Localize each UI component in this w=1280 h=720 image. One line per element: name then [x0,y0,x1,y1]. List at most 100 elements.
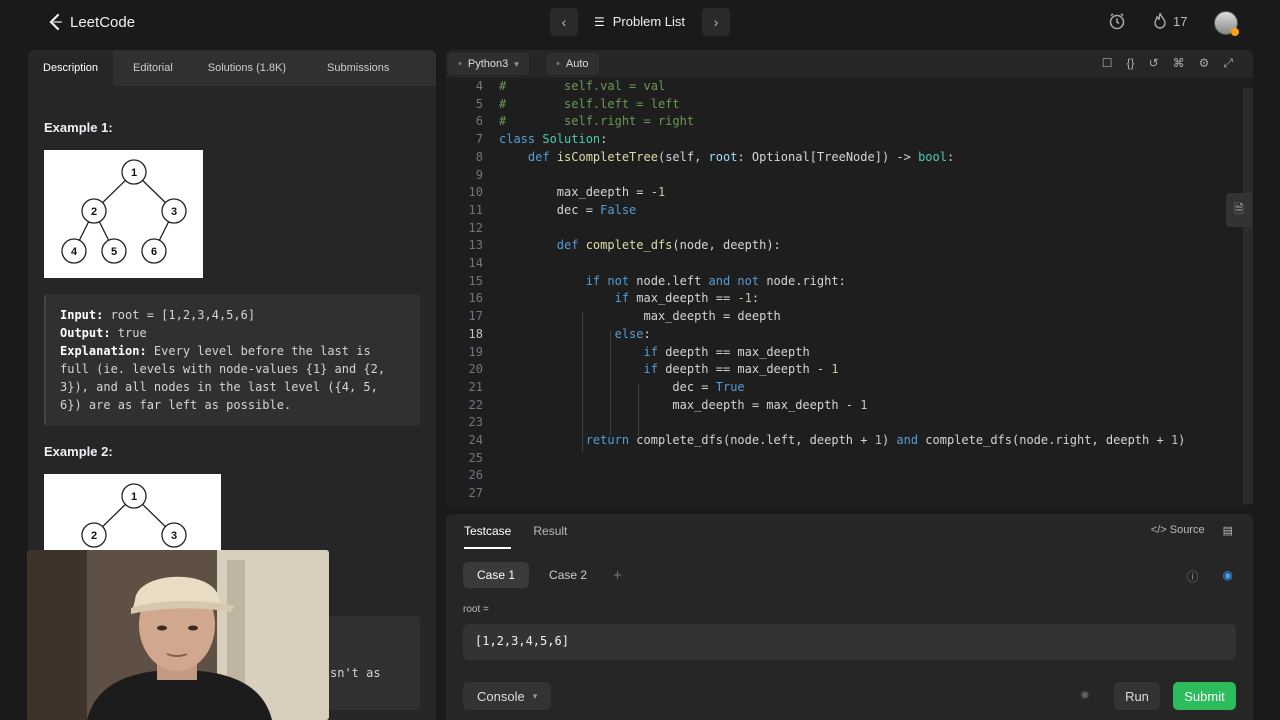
indent-guide [610,330,611,436]
code-line[interactable]: # self.left = left [499,96,680,114]
line-number: 7 [475,132,483,147]
root-input[interactable]: [1,2,3,4,5,6] [463,624,1236,660]
document-icon: 🗎 [1234,201,1244,216]
code-line[interactable]: if deepth == max_deepth [499,344,810,362]
line-number: 13 [468,238,483,253]
chevron-right-icon: › [713,14,719,30]
left-tab-bar: Description Editorial Solutions (1.8K) S… [28,50,436,86]
line-number: 6 [475,114,483,129]
case-1-tab[interactable]: Case 1 [463,562,530,588]
next-problem-button[interactable]: › [702,8,730,36]
streak-count: 17 [1173,13,1188,29]
code-line[interactable]: max_deepth = max_deepth - 1 [499,397,867,415]
code-line[interactable]: def complete_dfs(node, deepth): [499,237,781,255]
output-value: true [110,326,147,340]
tree-node-label: 3 [171,206,177,218]
tree-node-label: 1 [131,167,137,179]
reset-icon[interactable]: ↺ [1149,56,1159,71]
chevron-left-icon: ‹ [561,14,567,30]
line-number: 10 [468,185,483,200]
line-number: 4 [475,79,483,93]
tree-node-label: 4 [71,246,78,258]
line-number: 24 [468,433,483,447]
leetcode-logo[interactable]: LeetCode [46,12,135,32]
auto-mode-toggle[interactable]: • Auto [546,53,599,75]
code-line[interactable]: dec = True [499,379,744,397]
source-toggle[interactable]: </> Source ▤ [1151,524,1233,537]
example-2-partial-text: sn't as [330,666,381,680]
root-param-label: root = [463,604,489,615]
code-line[interactable]: max_deepth = deepth [499,308,780,326]
code-line[interactable]: return complete_dfs(node.left, deepth + … [499,432,1186,450]
line-number: 8 [475,149,483,164]
prev-problem-button[interactable]: ‹ [550,8,578,36]
line-number: 14 [468,256,483,270]
line-number: 22 [468,397,483,412]
notes-side-button[interactable]: 🗎 [1226,193,1252,227]
source-label: Source [1169,524,1205,536]
tab-testcase[interactable]: Testcase [464,524,512,549]
list-icon: ☰ [594,14,605,29]
console-label: Console [477,688,525,704]
settings-gear-icon[interactable]: ⚙ [1199,56,1210,71]
output-label: Output: [60,326,111,340]
line-number: 5 [475,96,483,111]
fullscreen-icon[interactable]: ⤢ [1223,56,1233,71]
help-icon[interactable]: ⓘ [1187,568,1199,585]
leetcode-logo-icon [49,13,62,31]
line-number: 25 [468,450,483,465]
code-line[interactable]: # self.right = right [499,113,694,131]
tab-description[interactable]: Description [28,50,114,86]
code-line[interactable]: else: [499,326,651,344]
bookmark-icon[interactable]: ☐ [1102,56,1113,71]
line-number: 11 [468,202,483,217]
tree-node-label: 5 [111,246,117,258]
code-icon: </> [1150,524,1167,536]
case-2-tab[interactable]: Case 2 [535,562,601,588]
debug-bug-icon[interactable]: ✷ [1079,687,1091,704]
add-case-icon[interactable]: + [613,567,622,584]
console-button[interactable]: Console ▾ [463,682,552,710]
code-line[interactable]: def isCompleteTree(self, root: Optional[… [499,149,954,167]
code-line[interactable]: if deepth == max_deepth - 1 [499,361,839,379]
code-line[interactable]: class Solution: [499,131,607,149]
input-value: root = [1,2,3,4,5,6] [103,308,256,322]
run-button[interactable]: Run [1114,682,1160,710]
lang-dot-icon: • [458,58,462,70]
shortcut-icon[interactable]: ⌘ [1173,56,1185,71]
eye-icon[interactable]: ◉ [1223,568,1233,585]
explanation-label: Explanation: [60,344,147,358]
user-avatar[interactable] [1214,11,1239,36]
line-number: 19 [468,344,483,359]
line-number: 12 [468,220,483,235]
line-number: 23 [468,415,483,430]
timer-button[interactable] [1108,12,1126,30]
editor-scrollbar[interactable] [1243,88,1253,504]
chevron-down-icon: ▾ [514,58,519,69]
code-line[interactable]: dec = False [499,202,636,220]
editor-toolbar: • Python3 ▾ • Auto ☐ {} ↺ ⌘ ⚙ ⤢ [446,50,1253,78]
line-number: 21 [468,379,483,394]
example-2-title: Example 2: [44,444,113,459]
submit-button[interactable]: Submit [1173,682,1236,710]
panel-layout-icon[interactable]: ▤ [1223,524,1233,537]
code-line[interactable]: if not node.left and not node.right: [499,273,846,291]
top-navbar: LeetCode ‹ ☰ Problem List › 17 [0,0,1280,46]
code-line[interactable]: # self.val = val [499,78,665,96]
panel-resize-handle[interactable] [440,50,444,720]
indent-guide [638,383,639,436]
language-select[interactable]: • Python3 ▾ [448,53,529,75]
problem-list-button[interactable]: ☰ Problem List [594,14,685,29]
tab-editorial[interactable]: Editorial [113,50,188,86]
tab-result[interactable]: Result [533,524,567,549]
code-line[interactable]: max_deepth = -1 [499,184,665,202]
webcam-person-image [27,550,329,720]
tab-solutions[interactable]: Solutions (1.8K) [188,50,301,86]
format-braces-icon[interactable]: {} [1127,56,1135,71]
code-line[interactable]: if max_deepth == -1: [499,290,760,308]
example-1-tree-image: 1 2 3 4 5 6 [44,150,203,278]
explanation-text: full (ie. levels with node-values {1} an… [60,362,386,376]
streak-counter[interactable]: 17 [1152,12,1187,30]
tab-submissions[interactable]: Submissions [301,50,404,86]
case-tabs: Case 1 Case 2 + [463,562,622,588]
